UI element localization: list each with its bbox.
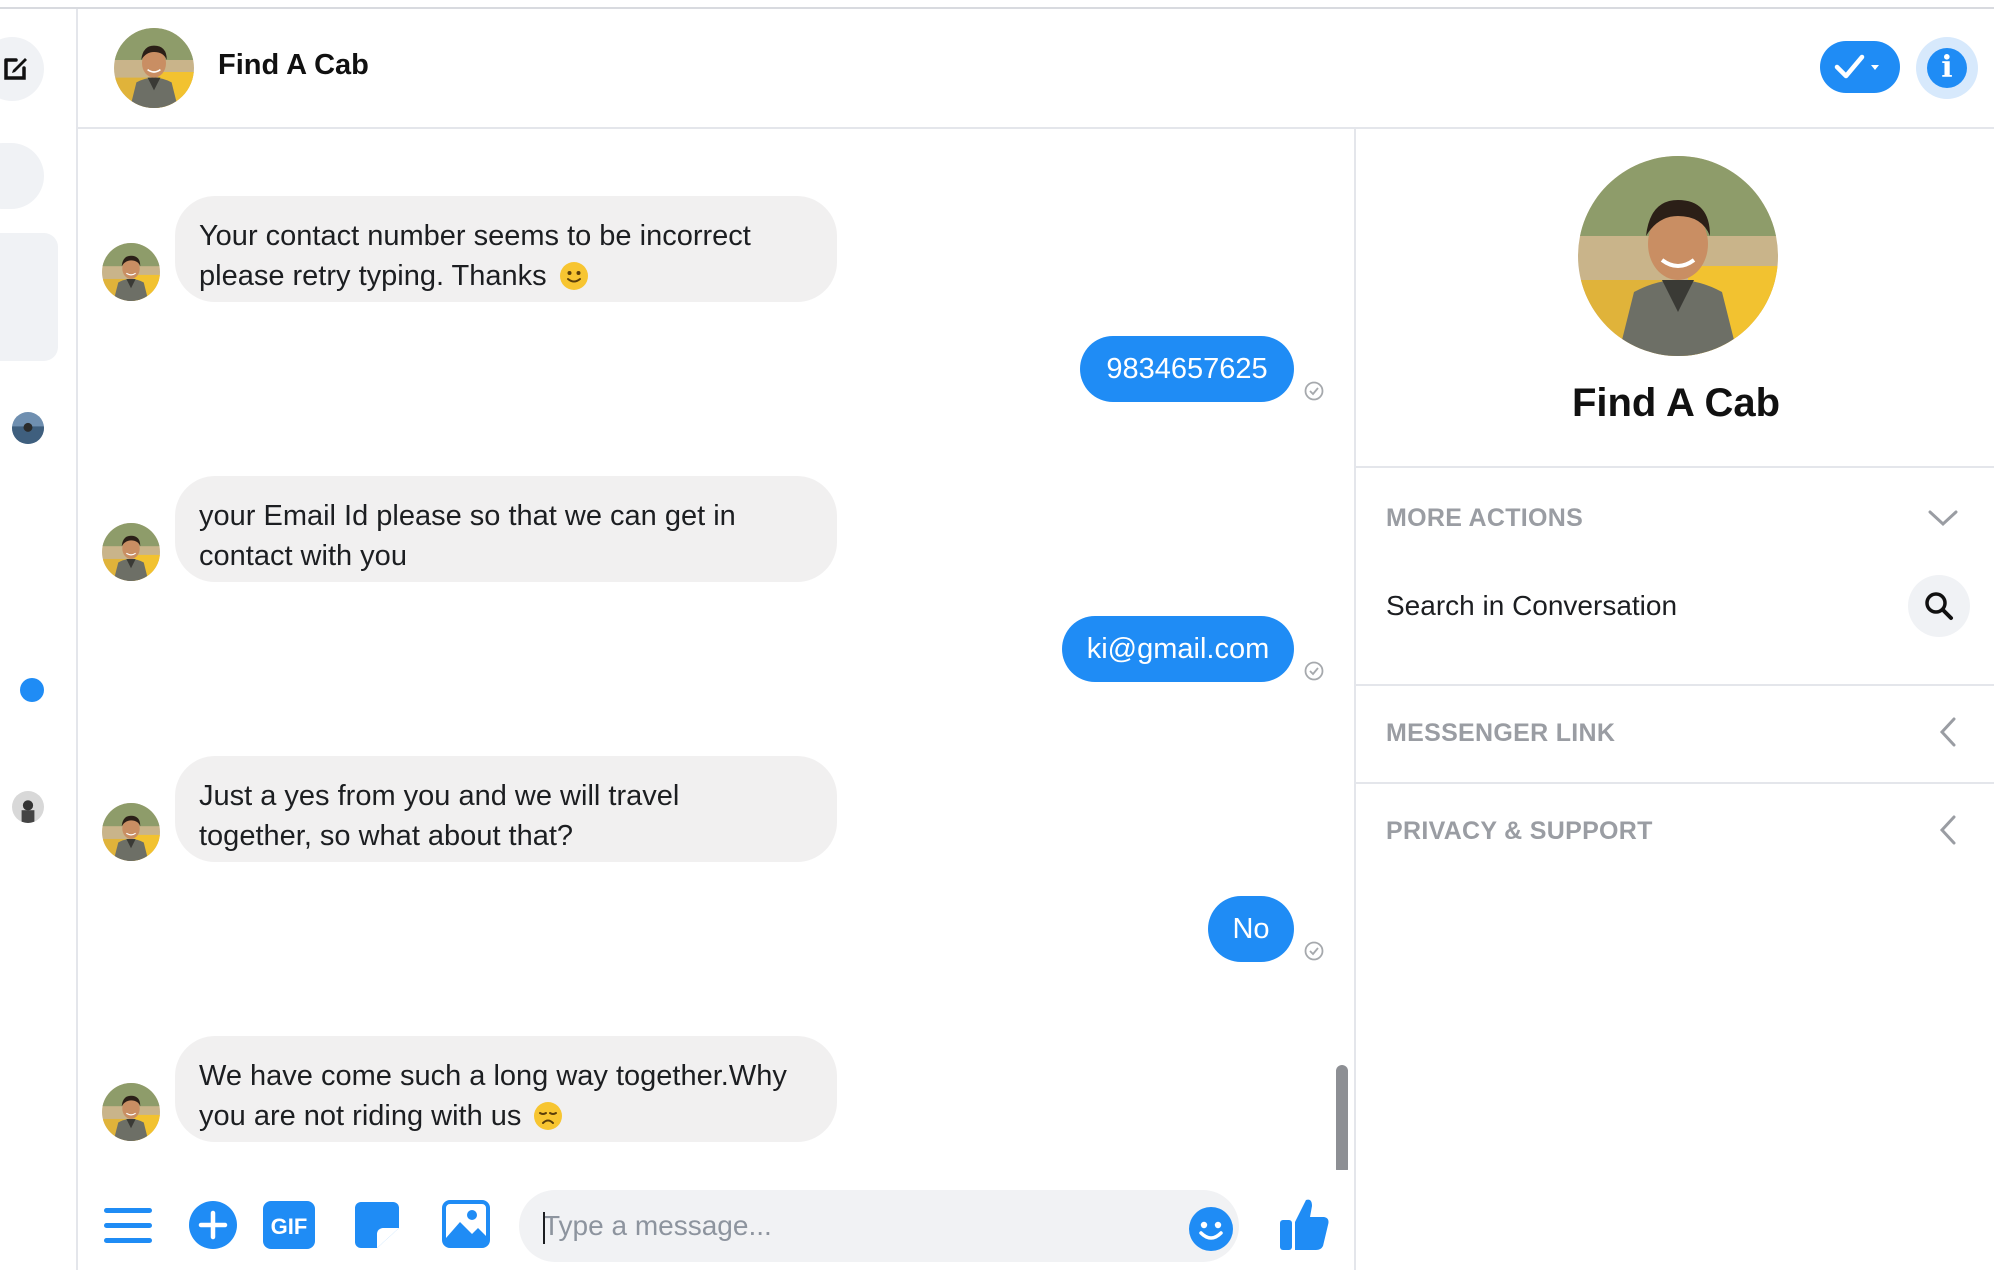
thumbs-up-icon[interactable] bbox=[1278, 1196, 1330, 1252]
privacy-support-section: PRIVACY & SUPPORT bbox=[1356, 782, 1994, 880]
outgoing-message[interactable]: No bbox=[1208, 896, 1294, 962]
disappointed-face-icon bbox=[534, 1102, 563, 1130]
conversation-avatar[interactable] bbox=[12, 791, 44, 823]
search-button[interactable] bbox=[1908, 575, 1970, 637]
seen-check-icon bbox=[1304, 941, 1324, 961]
incoming-message[interactable]: Your contact number seems to be incorrec… bbox=[175, 196, 837, 302]
text-caret bbox=[543, 1212, 545, 1244]
message-text-line: Just a yes from you and we will travel bbox=[199, 780, 680, 812]
outgoing-message[interactable]: 9834657625 bbox=[1080, 336, 1294, 402]
sender-avatar bbox=[102, 1083, 160, 1141]
outgoing-message[interactable]: ki@gmail.com bbox=[1062, 616, 1294, 682]
active-conversation-item[interactable] bbox=[0, 233, 58, 361]
conversation-list-rail bbox=[0, 9, 78, 1270]
incoming-message[interactable]: your Email Id please so that we can get … bbox=[175, 476, 837, 582]
sender-avatar bbox=[102, 803, 160, 861]
sender-avatar bbox=[102, 523, 160, 581]
message-text-line: you are not riding with us bbox=[199, 1100, 522, 1132]
conversation-info-panel: Find A Cab MORE ACTIONS Search in Conver… bbox=[1354, 129, 1994, 1270]
profile-avatar[interactable] bbox=[1578, 156, 1778, 356]
conversation-avatar[interactable] bbox=[12, 412, 44, 444]
profile-name[interactable]: Find A Cab bbox=[1356, 381, 1994, 426]
compose-button[interactable] bbox=[0, 37, 44, 101]
messenger-link-header[interactable]: MESSENGER LINK bbox=[1386, 719, 1615, 748]
message-text-line: contact with you bbox=[199, 540, 407, 572]
conversation-info-button[interactable]: i bbox=[1916, 37, 1978, 99]
more-actions-header[interactable]: MORE ACTIONS bbox=[1386, 504, 1583, 533]
slightly-smiling-face-icon bbox=[559, 262, 588, 290]
contact-avatar[interactable] bbox=[114, 28, 194, 108]
checkmark-dropdown-icon bbox=[1834, 54, 1879, 79]
seen-check-icon bbox=[1304, 661, 1324, 681]
unread-dot bbox=[20, 678, 44, 702]
search-in-conversation[interactable]: Search in Conversation bbox=[1386, 590, 1677, 622]
sticker-icon[interactable] bbox=[353, 1200, 401, 1250]
messenger-link-section: MESSENGER LINK bbox=[1356, 684, 1994, 782]
incoming-message[interactable]: We have come such a long way together.Wh… bbox=[175, 1036, 837, 1142]
message-input[interactable] bbox=[519, 1190, 1239, 1262]
incoming-message[interactable]: Just a yes from you and we will travel t… bbox=[175, 756, 837, 862]
seen-check-icon bbox=[1304, 381, 1324, 401]
contact-name[interactable]: Find A Cab bbox=[218, 49, 369, 82]
mark-done-button[interactable] bbox=[1820, 41, 1900, 93]
window-top-border bbox=[0, 0, 1994, 9]
message-composer: GIF bbox=[78, 1170, 1354, 1270]
more-actions-section: MORE ACTIONS bbox=[1356, 466, 1994, 686]
message-text-line: please retry typing. Thanks bbox=[199, 260, 547, 292]
conversation-header: Find A Cab i bbox=[78, 9, 1994, 129]
plus-icon[interactable] bbox=[188, 1200, 238, 1250]
gif-icon[interactable]: GIF bbox=[262, 1200, 316, 1250]
message-text-line: your Email Id please so that we can get … bbox=[199, 500, 736, 532]
message-text-line: Your contact number seems to be incorrec… bbox=[199, 220, 751, 252]
menu-icon[interactable] bbox=[104, 1206, 154, 1246]
privacy-support-header[interactable]: PRIVACY & SUPPORT bbox=[1386, 817, 1653, 846]
info-icon: i bbox=[1927, 48, 1967, 88]
message-text-line: We have come such a long way together.Wh… bbox=[199, 1060, 787, 1092]
thread-scrollbar[interactable] bbox=[1336, 1065, 1348, 1175]
message-text-line: together, so what about that? bbox=[199, 820, 574, 852]
emoji-icon[interactable] bbox=[1188, 1206, 1234, 1252]
search-conversations-pill[interactable] bbox=[0, 143, 44, 209]
sender-avatar bbox=[102, 243, 160, 301]
message-thread: Your contact number seems to be incorrec… bbox=[78, 129, 1354, 1270]
photo-icon[interactable] bbox=[442, 1200, 490, 1248]
search-icon bbox=[1925, 592, 1953, 620]
svg-text:GIF: GIF bbox=[271, 1214, 308, 1239]
chevron-left-icon[interactable] bbox=[1938, 814, 1958, 846]
compose-icon bbox=[4, 58, 27, 80]
chevron-down-icon[interactable] bbox=[1928, 508, 1958, 528]
chevron-left-icon[interactable] bbox=[1938, 716, 1958, 748]
